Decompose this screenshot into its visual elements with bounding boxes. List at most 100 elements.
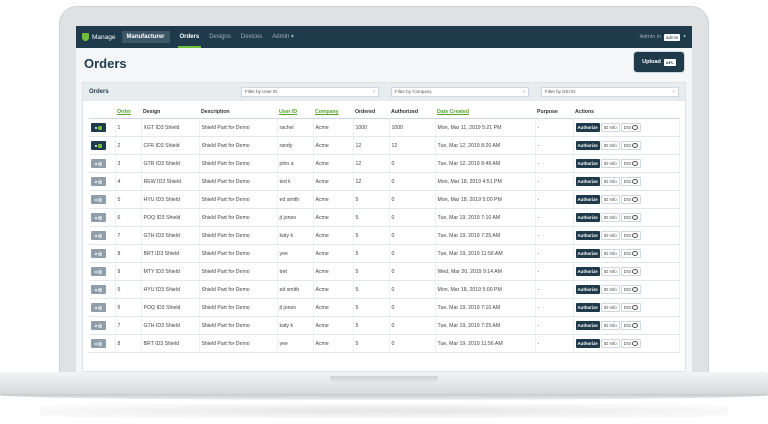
id-info-button[interactable]: ID Info (600, 122, 620, 132)
nav-designs[interactable]: Designs (209, 26, 231, 48)
dsi-button[interactable]: DSI (620, 338, 642, 349)
id-info-button[interactable]: ID Info (600, 194, 620, 204)
clear-icon[interactable]: × (372, 88, 375, 96)
dsi-label: DSI (623, 268, 632, 274)
dsi-button[interactable]: DSI (620, 122, 642, 133)
enable-toggle[interactable] (91, 123, 106, 132)
id-info-button[interactable]: ID Info (600, 176, 620, 186)
dsi-button[interactable]: DSI (620, 140, 642, 151)
cell-purpose: - (535, 280, 574, 299)
toggle-dot (95, 270, 97, 273)
enable-toggle[interactable] (91, 339, 106, 348)
enable-toggle[interactable] (91, 177, 106, 186)
enable-toggle[interactable] (91, 213, 106, 222)
row-toggle-cell (89, 334, 116, 353)
enable-toggle[interactable] (91, 249, 106, 258)
dsi-label: DSI (623, 160, 632, 166)
dsi-button[interactable]: DSI (620, 266, 642, 277)
authorize-button[interactable]: Authorize (575, 284, 600, 294)
filter-company-input[interactable]: Filter by Company × (391, 87, 529, 97)
id-info-button[interactable]: ID Info (600, 266, 620, 276)
cell-user-id: john a (277, 154, 314, 173)
authorize-button[interactable]: Authorize (575, 212, 600, 222)
col-order[interactable]: Order (115, 106, 141, 119)
dsi-button[interactable]: DSI (620, 230, 642, 241)
id-info-button[interactable]: ID Info (600, 284, 620, 294)
authorize-button[interactable]: Authorize (575, 158, 600, 168)
authorize-button[interactable]: Authorize (575, 176, 600, 186)
toggle-dot (95, 180, 97, 183)
page-title: Orders (84, 56, 127, 71)
cell-ordered: 12 (353, 154, 390, 173)
eye-icon (632, 305, 639, 311)
eye-icon (632, 215, 639, 221)
nav-admin-menu[interactable]: Admin ▾ (272, 26, 294, 48)
authorize-button[interactable]: Authorize (575, 140, 600, 150)
authorize-button[interactable]: Authorize (575, 248, 600, 258)
filter-dsi-id-input[interactable]: Filter by DSI ID × (541, 87, 679, 97)
id-info-button[interactable]: ID Info (600, 302, 620, 312)
id-info-button[interactable]: ID Info (600, 248, 620, 258)
id-info-button[interactable]: ID Info (600, 140, 620, 150)
dsi-button[interactable]: DSI (620, 302, 642, 313)
toggle-dot (95, 342, 97, 345)
authorize-button[interactable]: Authorize (575, 122, 600, 132)
dsi-button[interactable]: DSI (620, 176, 642, 187)
nav-orders[interactable]: Orders (177, 26, 201, 48)
col-date-created[interactable]: Date Created (435, 106, 535, 119)
authorize-button[interactable]: Authorize (575, 194, 600, 204)
enable-toggle[interactable] (91, 267, 106, 276)
toggle-dot (95, 234, 97, 237)
authorize-button[interactable]: Authorize (575, 320, 600, 330)
dsi-button[interactable]: DSI (620, 158, 642, 169)
enable-toggle[interactable] (91, 231, 106, 240)
id-info-button[interactable]: ID Info (600, 338, 620, 348)
enable-toggle[interactable] (91, 159, 106, 168)
col-company[interactable]: Company (313, 106, 353, 119)
filter-dsi-id-placeholder: Filter by DSI ID (545, 89, 576, 94)
filter-user-id-input[interactable]: Filter by User ID × (241, 87, 379, 97)
dsi-button[interactable]: DSI (620, 212, 642, 223)
cell-description: Shield Part for Demo (199, 316, 278, 335)
nav-devices[interactable]: Devices (241, 26, 262, 48)
enable-toggle[interactable] (91, 195, 106, 204)
toggle-dot (95, 306, 97, 309)
clear-icon[interactable]: × (522, 88, 525, 96)
brand-logo[interactable]: Manage (82, 33, 116, 41)
toggle-check (98, 305, 102, 310)
enable-toggle[interactable] (91, 303, 106, 312)
id-info-button[interactable]: ID Info (600, 230, 620, 240)
authorize-button[interactable]: Authorize (575, 266, 600, 276)
eye-icon (632, 143, 639, 149)
authorize-button[interactable]: Authorize (575, 338, 600, 348)
col-user-id[interactable]: User ID (277, 106, 313, 119)
cell-purpose: - (535, 298, 574, 317)
cell-actions: Authorize ID Info DSI (573, 190, 680, 209)
app-screen: Manage Manufacturer Orders Designs Devic… (76, 26, 692, 372)
dsi-button[interactable]: DSI (620, 194, 642, 205)
toggle-dot (95, 162, 97, 165)
cell-ordered: 5 (353, 298, 390, 317)
dsi-button[interactable]: DSI (620, 320, 642, 331)
user-menu[interactable]: Admin in admin ▾ (640, 26, 686, 48)
enable-toggle[interactable] (91, 285, 106, 294)
cell-company: Acme (313, 118, 354, 137)
cell-design: BRT ID3 Shield (141, 334, 200, 353)
authorize-button[interactable]: Authorize (575, 302, 600, 312)
enable-toggle[interactable] (91, 321, 106, 330)
cell-design: POQ ID3 Shield (141, 208, 200, 227)
eye-icon (632, 323, 639, 329)
clear-icon[interactable]: × (672, 88, 675, 96)
enable-toggle[interactable] (91, 141, 106, 150)
cell-description: Shield Part for Demo (199, 118, 278, 137)
id-info-button[interactable]: ID Info (600, 212, 620, 222)
id-info-button[interactable]: ID Info (600, 158, 620, 168)
id-info-button[interactable]: ID Info (600, 320, 620, 330)
authorize-button[interactable]: Authorize (575, 230, 600, 240)
dsi-button[interactable]: DSI (620, 284, 642, 295)
cell-actions: Authorize ID Info DSI (573, 118, 680, 137)
dsi-label: DSI (623, 232, 632, 238)
table-row: 7 GTH ID3 Shield Shield Part for Demo katy … (89, 316, 680, 335)
upload-apl-button[interactable]: Upload APL (634, 52, 684, 72)
dsi-button[interactable]: DSI (620, 248, 642, 259)
